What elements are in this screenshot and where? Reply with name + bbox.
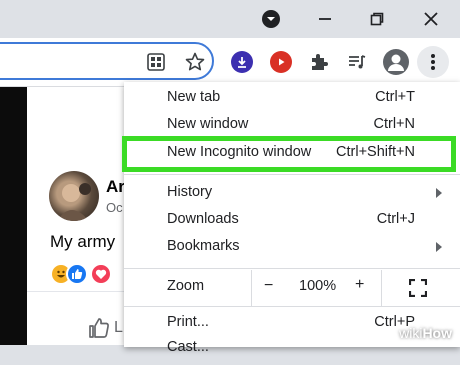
restore-icon (370, 12, 384, 26)
zoom-controls-box (251, 270, 382, 306)
media-control-button[interactable] (342, 47, 372, 77)
menu-separator (124, 306, 460, 307)
record-extension-button[interactable] (266, 47, 296, 77)
highlight-box (122, 136, 456, 172)
like-label: L (114, 319, 123, 336)
close-icon (424, 12, 438, 26)
chrome-menu: New tab Ctrl+T New window Ctrl+N New Inc… (124, 82, 460, 355)
grid-icon (147, 53, 165, 71)
zoom-label: Zoom (167, 278, 205, 294)
menu-item-label: History (167, 184, 213, 200)
minimize-button[interactable] (312, 6, 338, 32)
apps-button[interactable] (141, 47, 171, 77)
menu-separator (124, 174, 460, 175)
post-author[interactable]: Ar (106, 177, 125, 197)
menu-item-shortcut: Ctrl+J (376, 211, 415, 227)
fullscreen-button[interactable] (408, 278, 428, 298)
submenu-arrow-icon (436, 188, 442, 198)
close-button[interactable] (418, 6, 444, 32)
menu-item-zoom: Zoom − 100% + (124, 270, 460, 306)
menu-item-shortcut: Ctrl+T (375, 89, 415, 105)
divider (27, 291, 127, 292)
more-menu-button[interactable] (417, 46, 449, 78)
menu-item-downloads[interactable]: Downloads Ctrl+J (124, 207, 460, 237)
record-icon (270, 51, 292, 73)
menu-item-bookmarks[interactable]: Bookmarks (124, 234, 460, 264)
menu-item-history[interactable]: History (124, 180, 460, 210)
profile-icon (383, 49, 409, 75)
submenu-arrow-icon (436, 242, 442, 252)
avatar[interactable] (49, 171, 99, 221)
toolbar (0, 38, 460, 87)
post-text: My army (50, 232, 116, 251)
extensions-button[interactable] (304, 47, 334, 77)
minimize-icon (319, 18, 331, 20)
download-extension-button[interactable] (227, 47, 257, 77)
menu-item-label: New window (167, 116, 249, 132)
menu-item-label: Downloads (167, 211, 239, 227)
like-icon (66, 263, 88, 285)
menu-item-label: Bookmarks (167, 238, 240, 254)
chevron-down-icon (262, 10, 280, 28)
post-date[interactable]: Oc (106, 200, 123, 215)
restore-button[interactable] (364, 6, 390, 32)
tab-search-button[interactable] (258, 6, 284, 32)
menu-item-new-tab[interactable]: New tab Ctrl+T (124, 85, 460, 115)
menu-item-label: Print... (167, 314, 209, 330)
menu-separator (124, 268, 460, 269)
puzzle-icon (312, 54, 328, 70)
love-icon (90, 263, 112, 285)
more-vert-icon (431, 54, 435, 70)
profile-button[interactable] (381, 47, 411, 77)
title-bar (0, 0, 460, 38)
menu-item-label: New tab (167, 89, 221, 105)
watermark: wikiHow (399, 325, 452, 341)
video-edge (0, 87, 27, 345)
star-icon (185, 52, 205, 71)
menu-item-shortcut: Ctrl+N (373, 116, 416, 132)
thumbs-up-icon (89, 318, 109, 338)
fullscreen-icon (408, 278, 428, 298)
media-icon (349, 55, 366, 69)
like-button[interactable]: L (88, 315, 123, 341)
watermark-prefix: wiki (399, 325, 423, 341)
watermark-suffix: How (422, 325, 452, 341)
bookmark-star-button[interactable] (180, 47, 210, 77)
download-icon (231, 51, 253, 73)
menu-item-label: Cast... (167, 339, 209, 355)
